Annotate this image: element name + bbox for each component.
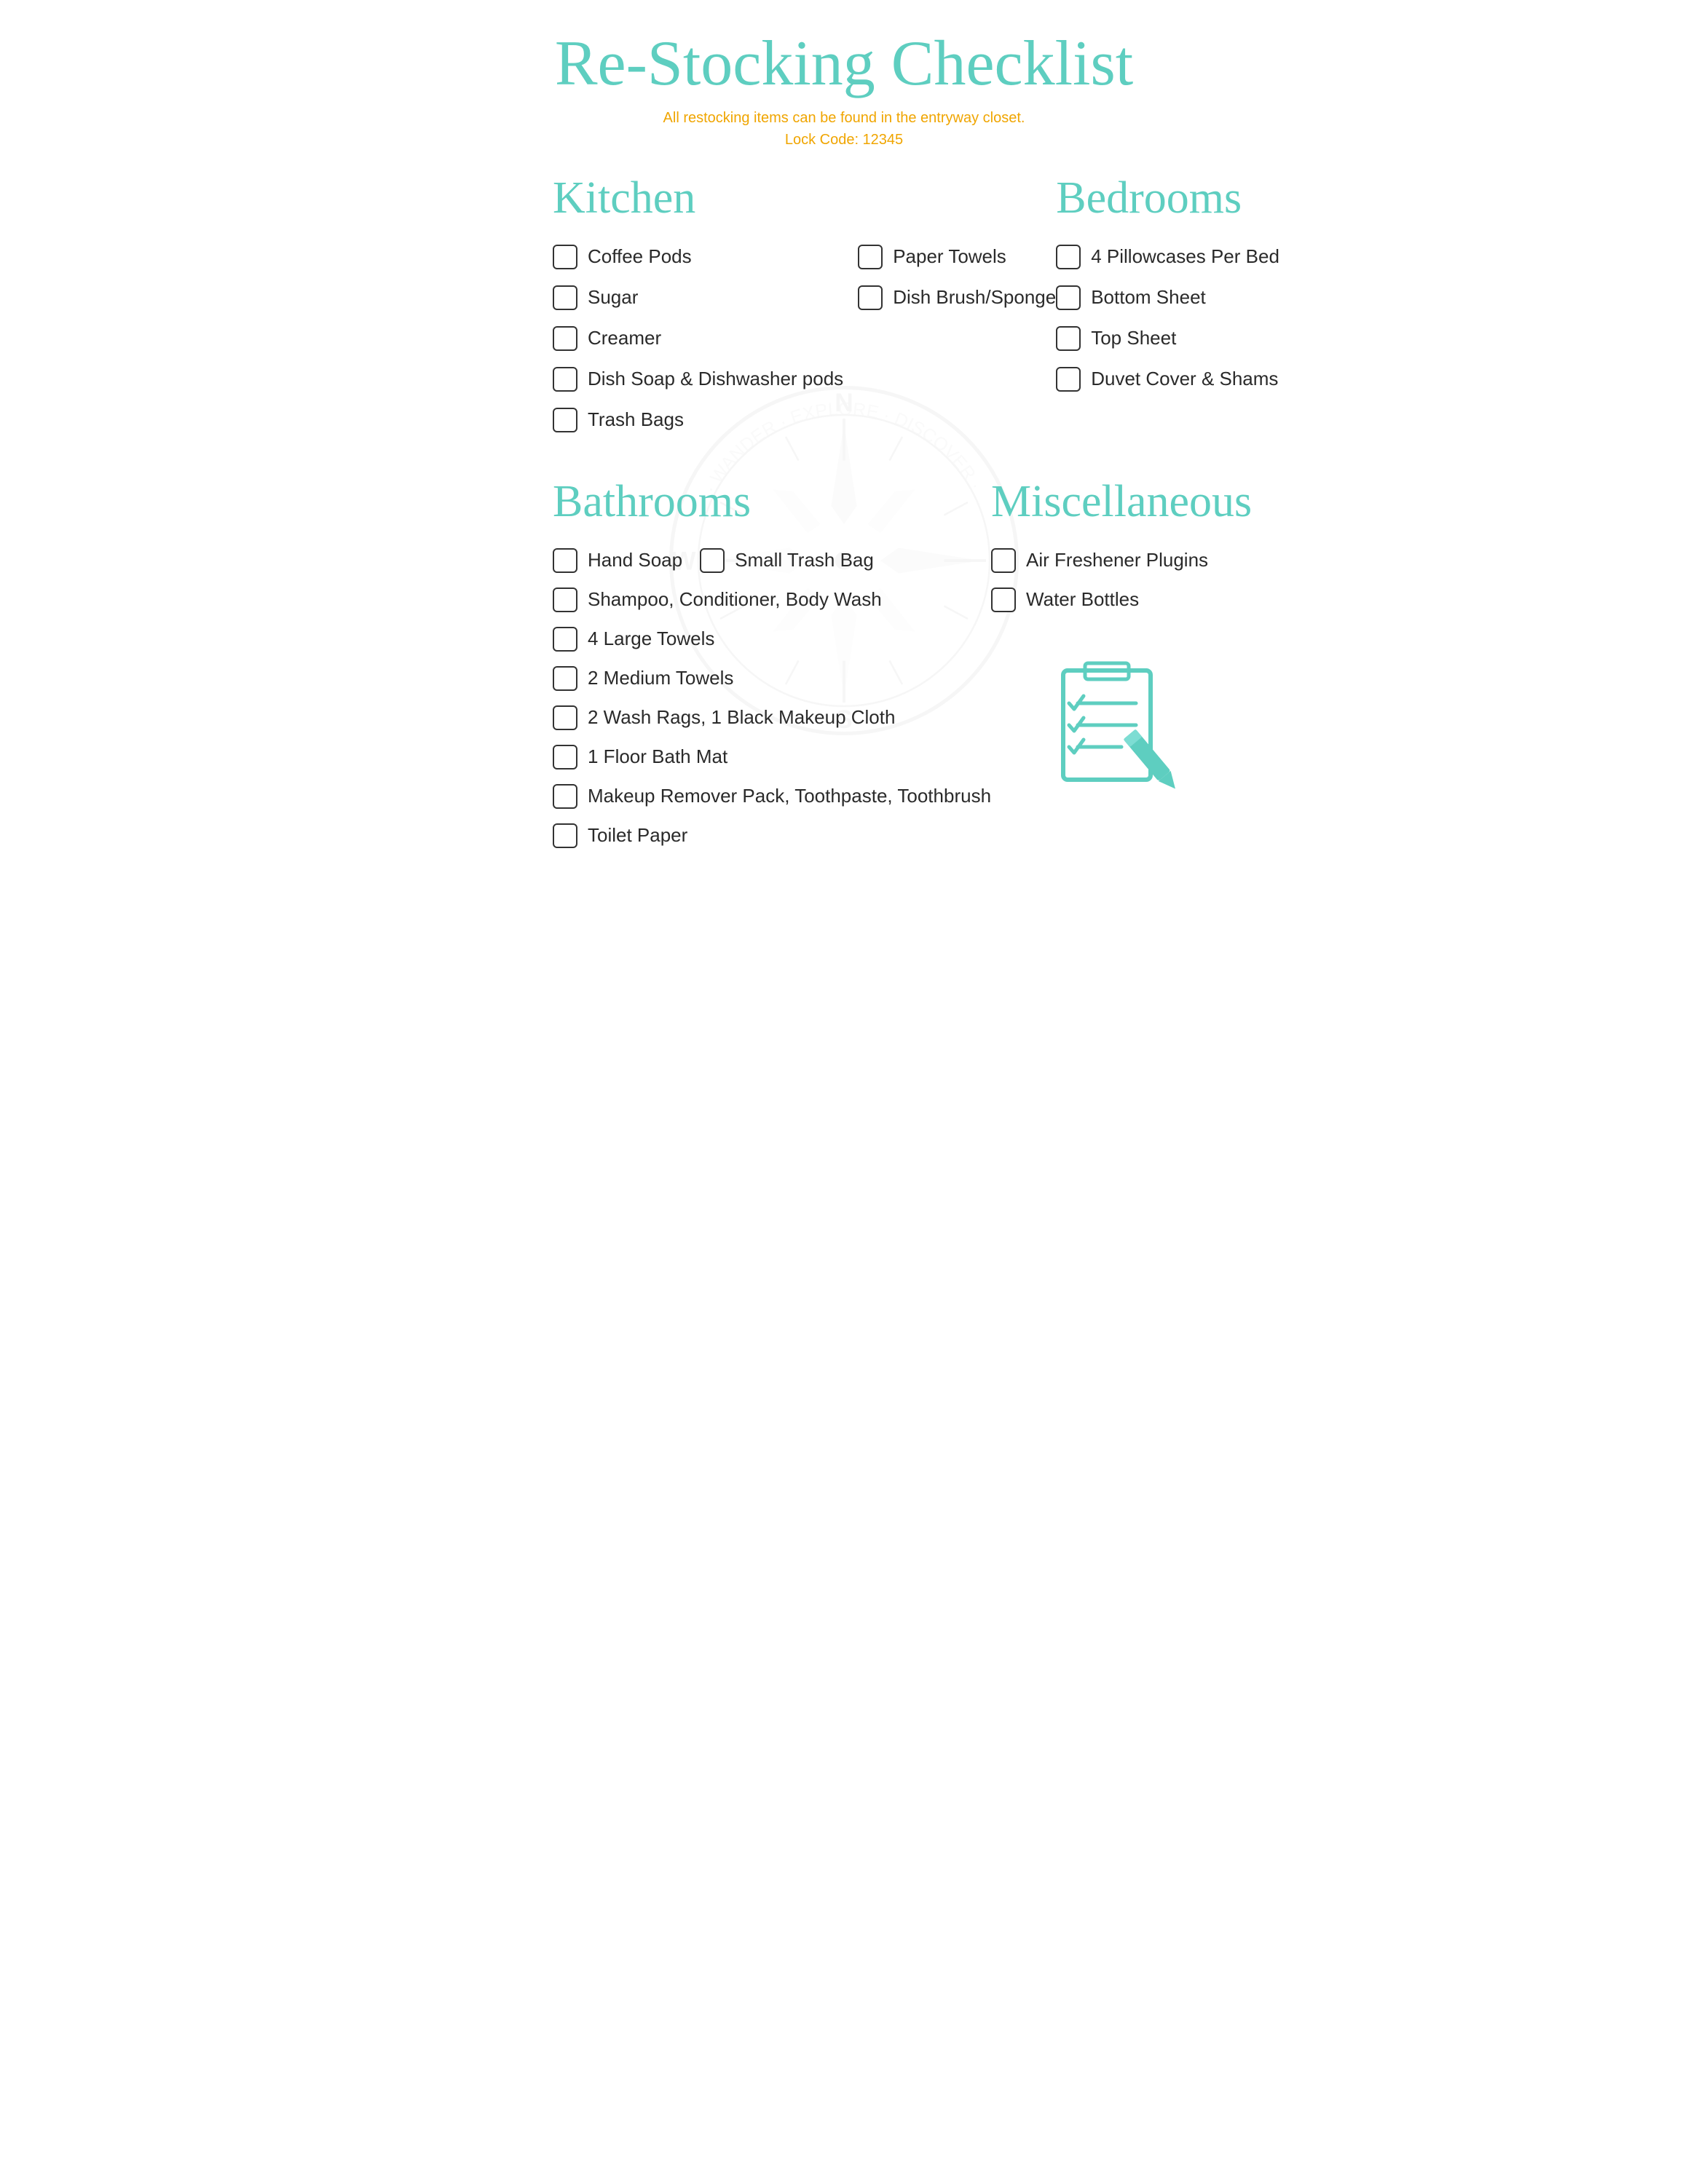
checkbox[interactable]	[553, 408, 577, 432]
miscellaneous-section: Miscellaneous Air Freshener Plugins Wate…	[991, 476, 1252, 855]
item-label: 4 Large Towels	[588, 628, 714, 650]
checkbox[interactable]	[553, 627, 577, 652]
list-item: Top Sheet	[1056, 319, 1301, 358]
list-item: Dish Soap & Dishwasher pods	[553, 360, 843, 399]
list-item: Duvet Cover & Shams	[1056, 360, 1301, 399]
list-item: Bottom Sheet	[1056, 278, 1301, 317]
header-section: Re-Stocking Checklist All restocking ite…	[553, 29, 1135, 151]
checkbox[interactable]	[553, 666, 577, 691]
item-label: Shampoo, Conditioner, Body Wash	[588, 588, 882, 611]
main-content: Re-Stocking Checklist All restocking ite…	[553, 29, 1135, 855]
checkbox[interactable]	[553, 784, 577, 809]
item-label: 2 Medium Towels	[588, 667, 733, 689]
checkbox[interactable]	[1056, 285, 1081, 310]
item-label: Dish Brush/Sponge	[893, 286, 1056, 309]
list-item: Coffee Pods	[553, 237, 843, 277]
subtitle: All restocking items can be found in the…	[553, 107, 1135, 151]
item-label: 2 Wash Rags, 1 Black Makeup Cloth	[588, 706, 895, 729]
checkbox[interactable]	[1056, 245, 1081, 269]
list-item: Makeup Remover Pack, Toothpaste, Toothbr…	[553, 777, 991, 816]
list-item: 2 Medium Towels	[553, 659, 991, 698]
list-item: Water Bottles	[991, 580, 1252, 620]
checkbox[interactable]	[553, 705, 577, 730]
bathrooms-section: Bathrooms Hand Soap Small Trash Bag Sham…	[553, 476, 991, 855]
list-item: Hand Soap Small Trash Bag	[553, 541, 991, 580]
checkbox[interactable]	[553, 326, 577, 351]
item-label: Creamer	[588, 327, 661, 349]
checkbox[interactable]	[553, 367, 577, 392]
kitchen-col1: Coffee Pods Sugar Creamer Dish Soap	[553, 237, 843, 440]
list-item: Trash Bags	[553, 400, 843, 440]
checkbox[interactable]	[991, 548, 1016, 573]
item-label: Makeup Remover Pack, Toothpaste, Toothbr…	[588, 785, 991, 807]
kitchen-title: Kitchen	[553, 173, 1056, 224]
checkbox[interactable]	[991, 587, 1016, 612]
page-wrapper: N S E W · WANDER · EXPLORE · DISCOVER ·	[553, 29, 1135, 874]
item-label: Coffee Pods	[588, 245, 692, 268]
kitchen-checklist-row: Coffee Pods Sugar Creamer Dish Soap	[553, 237, 1056, 440]
list-item: Toilet Paper	[553, 816, 991, 855]
section-spacer	[553, 447, 1135, 469]
item-label: Air Freshener Plugins	[1026, 549, 1208, 571]
bedrooms-title: Bedrooms	[1056, 173, 1301, 224]
checkbox[interactable]	[700, 548, 725, 573]
list-item: Creamer	[553, 319, 843, 358]
kitchen-bedrooms-row: Kitchen Coffee Pods Sugar	[553, 173, 1135, 440]
checkbox[interactable]	[553, 823, 577, 848]
bathrooms-title: Bathrooms	[553, 476, 991, 528]
kitchen-col2: Paper Towels Dish Brush/Sponge	[858, 237, 1056, 440]
list-item: Sugar	[553, 278, 843, 317]
checkbox[interactable]	[553, 745, 577, 769]
item-label: 1 Floor Bath Mat	[588, 745, 727, 768]
checkbox[interactable]	[1056, 326, 1081, 351]
page-title: Re-Stocking Checklist	[553, 29, 1135, 100]
checklist-clipboard-icon	[1049, 649, 1194, 794]
item-label: Top Sheet	[1091, 327, 1176, 349]
list-item: 4 Pillowcases Per Bed	[1056, 237, 1301, 277]
misc-title: Miscellaneous	[991, 476, 1252, 528]
kitchen-section: Kitchen Coffee Pods Sugar	[553, 173, 1056, 440]
checkbox[interactable]	[858, 285, 883, 310]
checkbox[interactable]	[553, 285, 577, 310]
item-label: Paper Towels	[893, 245, 1006, 268]
bath-misc-row: Bathrooms Hand Soap Small Trash Bag Sham…	[553, 476, 1135, 855]
item-label: 4 Pillowcases Per Bed	[1091, 245, 1279, 268]
checkbox[interactable]	[553, 548, 577, 573]
list-item: 2 Wash Rags, 1 Black Makeup Cloth	[553, 698, 991, 737]
list-item: Shampoo, Conditioner, Body Wash	[553, 580, 991, 620]
checkbox[interactable]	[1056, 367, 1081, 392]
item-label: Toilet Paper	[588, 824, 687, 847]
checkbox[interactable]	[553, 587, 577, 612]
bedrooms-section: Bedrooms 4 Pillowcases Per Bed Bottom Sh…	[1056, 173, 1301, 440]
list-item: 1 Floor Bath Mat	[553, 737, 991, 777]
item-label: Hand Soap	[588, 549, 682, 571]
subtitle-line1: All restocking items can be found in the…	[553, 107, 1135, 129]
item-label: Small Trash Bag	[735, 549, 874, 571]
checkbox[interactable]	[858, 245, 883, 269]
item-label: Bottom Sheet	[1091, 286, 1206, 309]
checkbox[interactable]	[553, 245, 577, 269]
item-label: Trash Bags	[588, 408, 684, 431]
item-label: Duvet Cover & Shams	[1091, 368, 1278, 390]
item-label: Water Bottles	[1026, 588, 1139, 611]
bedrooms-checklist: 4 Pillowcases Per Bed Bottom Sheet Top S…	[1056, 237, 1301, 399]
subtitle-line2: Lock Code: 12345	[553, 129, 1135, 151]
list-item: 4 Large Towels	[553, 620, 991, 659]
list-item: Paper Towels	[858, 237, 1056, 277]
list-item: Dish Brush/Sponge	[858, 278, 1056, 317]
item-label: Sugar	[588, 286, 638, 309]
item-label: Dish Soap & Dishwasher pods	[588, 368, 843, 390]
list-item: Air Freshener Plugins	[991, 541, 1252, 580]
